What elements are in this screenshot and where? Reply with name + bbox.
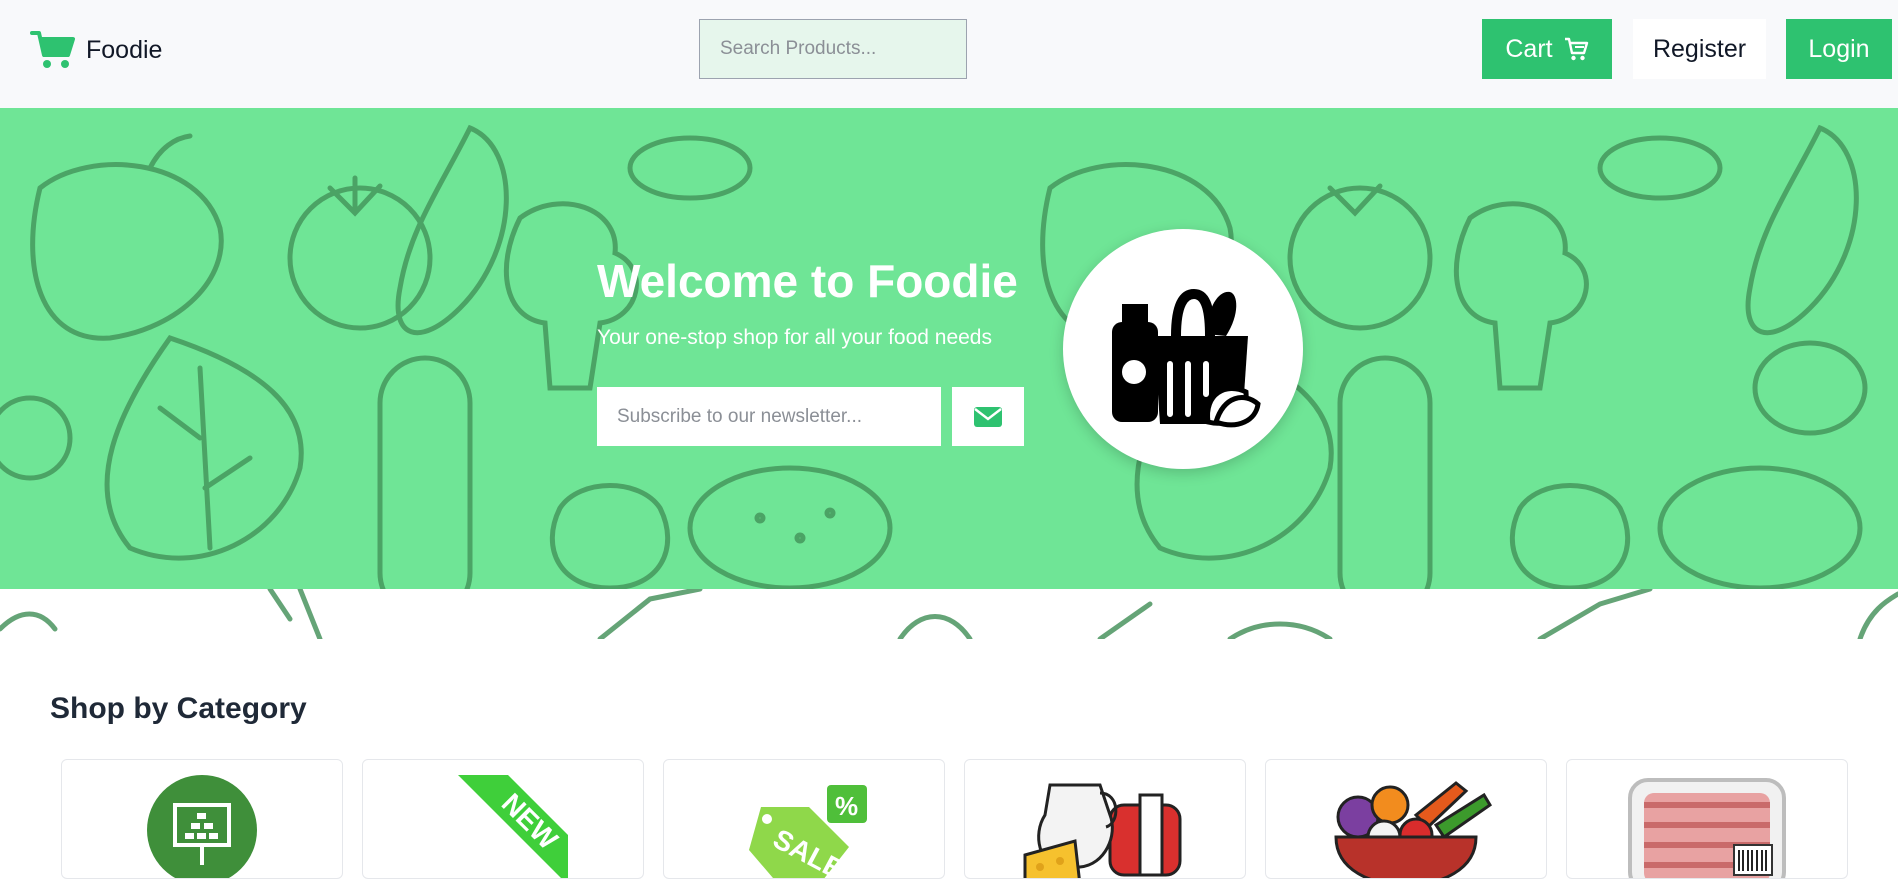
search-input[interactable] [720, 38, 966, 60]
subscribe-button[interactable] [952, 387, 1024, 446]
hero-pattern-strip [0, 589, 1898, 639]
category-card[interactable] [61, 759, 343, 879]
top-navbar: Foodie Cart Register Login [0, 0, 1898, 108]
hero-subtitle: Your one-stop shop for all your food nee… [597, 326, 992, 349]
login-button[interactable]: Login [1786, 19, 1892, 79]
brand-link[interactable]: Foodie [30, 29, 162, 71]
vegetable-pattern-strip [0, 589, 1898, 639]
dairy-icon [1023, 783, 1182, 878]
hero-logo [1063, 229, 1303, 469]
newsletter-input[interactable] [617, 405, 941, 428]
category-card[interactable]: % SALE [663, 759, 945, 879]
vegetable-bowl-icon [1334, 781, 1493, 878]
svg-text:%: % [835, 791, 858, 821]
shopping-cart-icon [30, 31, 75, 68]
catalog-board-icon [147, 775, 257, 878]
category-card[interactable] [964, 759, 1246, 879]
hero-banner: Welcome to Foodie Your one-stop shop for… [0, 108, 1898, 589]
grocery-bag-icon [1112, 288, 1261, 428]
cart-icon [1564, 37, 1588, 61]
envelope-icon [974, 406, 1002, 427]
brand-name: Foodie [86, 35, 163, 64]
sale-tag-icon: % SALE [749, 785, 867, 878]
category-card[interactable]: NEW [362, 759, 644, 879]
meat-package-icon [1628, 778, 1786, 878]
category-card[interactable] [1265, 759, 1547, 879]
category-section-title: Shop by Category [50, 692, 307, 725]
register-button[interactable]: Register [1633, 19, 1766, 79]
newsletter-field[interactable] [597, 387, 941, 446]
hero-title: Welcome to Foodie [597, 255, 1018, 307]
new-ribbon-icon: NEW [458, 775, 568, 878]
search-box[interactable] [699, 19, 967, 79]
cart-label: Cart [1505, 34, 1553, 63]
cart-button[interactable]: Cart [1482, 19, 1612, 79]
category-card[interactable] [1566, 759, 1848, 879]
